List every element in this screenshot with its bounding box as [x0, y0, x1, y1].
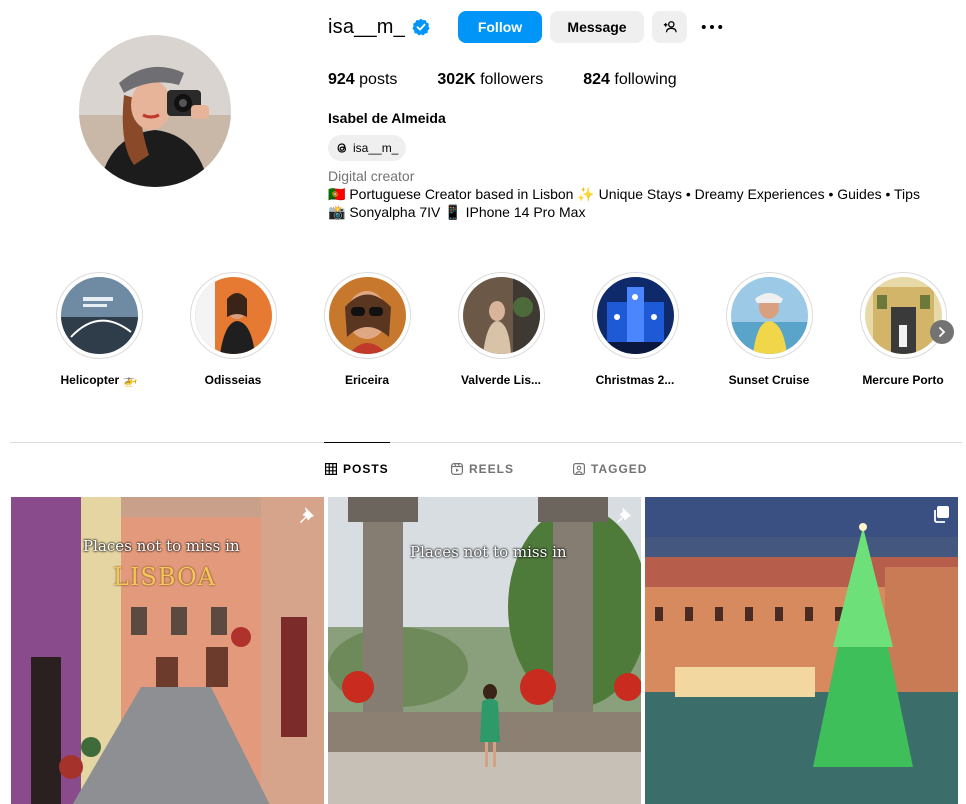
- highlight-label: Mercure Porto: [862, 373, 944, 387]
- tab-posts-label: POSTS: [343, 462, 389, 476]
- highlight-item[interactable]: Helicopter 🚁: [39, 272, 159, 387]
- carousel-icon: [932, 505, 950, 523]
- tab-reels[interactable]: REELS: [451, 462, 514, 476]
- follow-button[interactable]: Follow: [458, 11, 542, 43]
- highlight-cover: [864, 277, 942, 354]
- highlight-cover: [194, 277, 272, 354]
- bio-line-1: 🇵🇹 Portuguese Creator based in Lisbon ✨ …: [328, 186, 920, 202]
- highlight-ring: [457, 272, 545, 359]
- highlight-label: Ericeira: [344, 373, 390, 387]
- following-count: 824: [583, 71, 610, 88]
- username: isa__m_: [328, 15, 405, 38]
- tagged-user-icon: [573, 463, 585, 475]
- message-button[interactable]: Message: [550, 11, 644, 43]
- following-stat-label: following: [609, 71, 677, 88]
- tab-posts[interactable]: POSTS: [325, 462, 389, 476]
- pin-icon: [615, 505, 633, 523]
- profile-tabs: POSTS REELS TAGGED: [0, 462, 966, 478]
- verified-badge-icon: [412, 18, 430, 36]
- highlight-label: Valverde Lis...: [460, 373, 542, 387]
- highlight-item[interactable]: Sunset Cruise: [709, 272, 829, 387]
- post-tile[interactable]: [645, 497, 958, 804]
- posts-grid: Places not to miss in LISBOA Places not …: [11, 497, 958, 804]
- highlight-ring: [323, 272, 411, 359]
- profile-avatar[interactable]: [79, 35, 231, 187]
- highlight-cover: [730, 277, 808, 354]
- reels-icon: [451, 463, 463, 475]
- tab-tagged[interactable]: TAGGED: [573, 462, 647, 476]
- profile-stats: 924 posts 302K followers 824 following: [328, 71, 717, 89]
- highlight-cover: [60, 277, 138, 354]
- post-tile[interactable]: Places not to miss in: [328, 497, 641, 804]
- full-name: Isabel de Almeida: [328, 110, 446, 126]
- highlight-cover: [328, 277, 406, 354]
- highlight-item[interactable]: Christmas 2...: [575, 272, 695, 387]
- tab-reels-label: REELS: [469, 462, 515, 476]
- highlight-label: Helicopter 🚁: [60, 373, 138, 387]
- add-person-icon: [663, 21, 677, 33]
- highlight-item[interactable]: Ericeira: [307, 272, 427, 387]
- posts-stat: 924 posts: [328, 71, 397, 89]
- highlight-ring: [725, 272, 813, 359]
- highlight-ring: [189, 272, 277, 359]
- threads-badge[interactable]: isa__m_: [328, 135, 407, 161]
- tabs-divider: [10, 442, 962, 443]
- highlight-item[interactable]: Valverde Lis...: [441, 272, 561, 387]
- grid-icon: [325, 463, 337, 475]
- highlight-cover: [462, 277, 540, 354]
- post-overlay-caption: Places not to miss in: [410, 543, 567, 561]
- highlight-cover: [596, 277, 674, 354]
- posts-count: 924: [328, 71, 355, 88]
- followers-stat-label: followers: [475, 71, 544, 88]
- pin-icon: [298, 505, 316, 523]
- more-options-icon[interactable]: [699, 14, 725, 40]
- avatar-image: [79, 35, 231, 187]
- threads-icon: [337, 143, 347, 153]
- highlight-label: Sunset Cruise: [728, 373, 810, 387]
- threads-handle: isa__m_: [353, 141, 399, 155]
- chevron-right-icon[interactable]: [930, 320, 954, 344]
- highlight-ring: [55, 272, 143, 359]
- bio-line-2: 📸 Sonyalpha 7IV 📱 IPhone 14 Pro Max: [328, 204, 586, 220]
- posts-stat-label: posts: [354, 71, 398, 88]
- highlight-item[interactable]: Odisseias: [173, 272, 293, 387]
- post-overlay-caption: Places not to miss in: [83, 537, 240, 555]
- active-tab-indicator: [324, 442, 390, 443]
- profile-header-row: isa__m_ Follow Message: [328, 10, 725, 44]
- followers-count: 302K: [437, 71, 476, 88]
- post-tile[interactable]: Places not to miss in LISBOA: [11, 497, 324, 804]
- post-overlay-title: LISBOA: [113, 563, 216, 591]
- highlight-ring: [591, 272, 679, 359]
- suggested-users-button[interactable]: [652, 11, 687, 43]
- highlight-ring: [859, 272, 947, 359]
- following-stat[interactable]: 824 following: [583, 71, 676, 89]
- story-highlights: Helicopter 🚁 Odisseias Ericeira Valverde…: [0, 272, 966, 392]
- profile-category: Digital creator: [328, 168, 415, 184]
- highlight-label: Odisseias: [204, 373, 262, 387]
- tab-tagged-label: TAGGED: [591, 462, 648, 476]
- highlight-label: Christmas 2...: [595, 373, 675, 387]
- post-image: [645, 497, 958, 804]
- followers-stat[interactable]: 302K followers: [437, 71, 543, 89]
